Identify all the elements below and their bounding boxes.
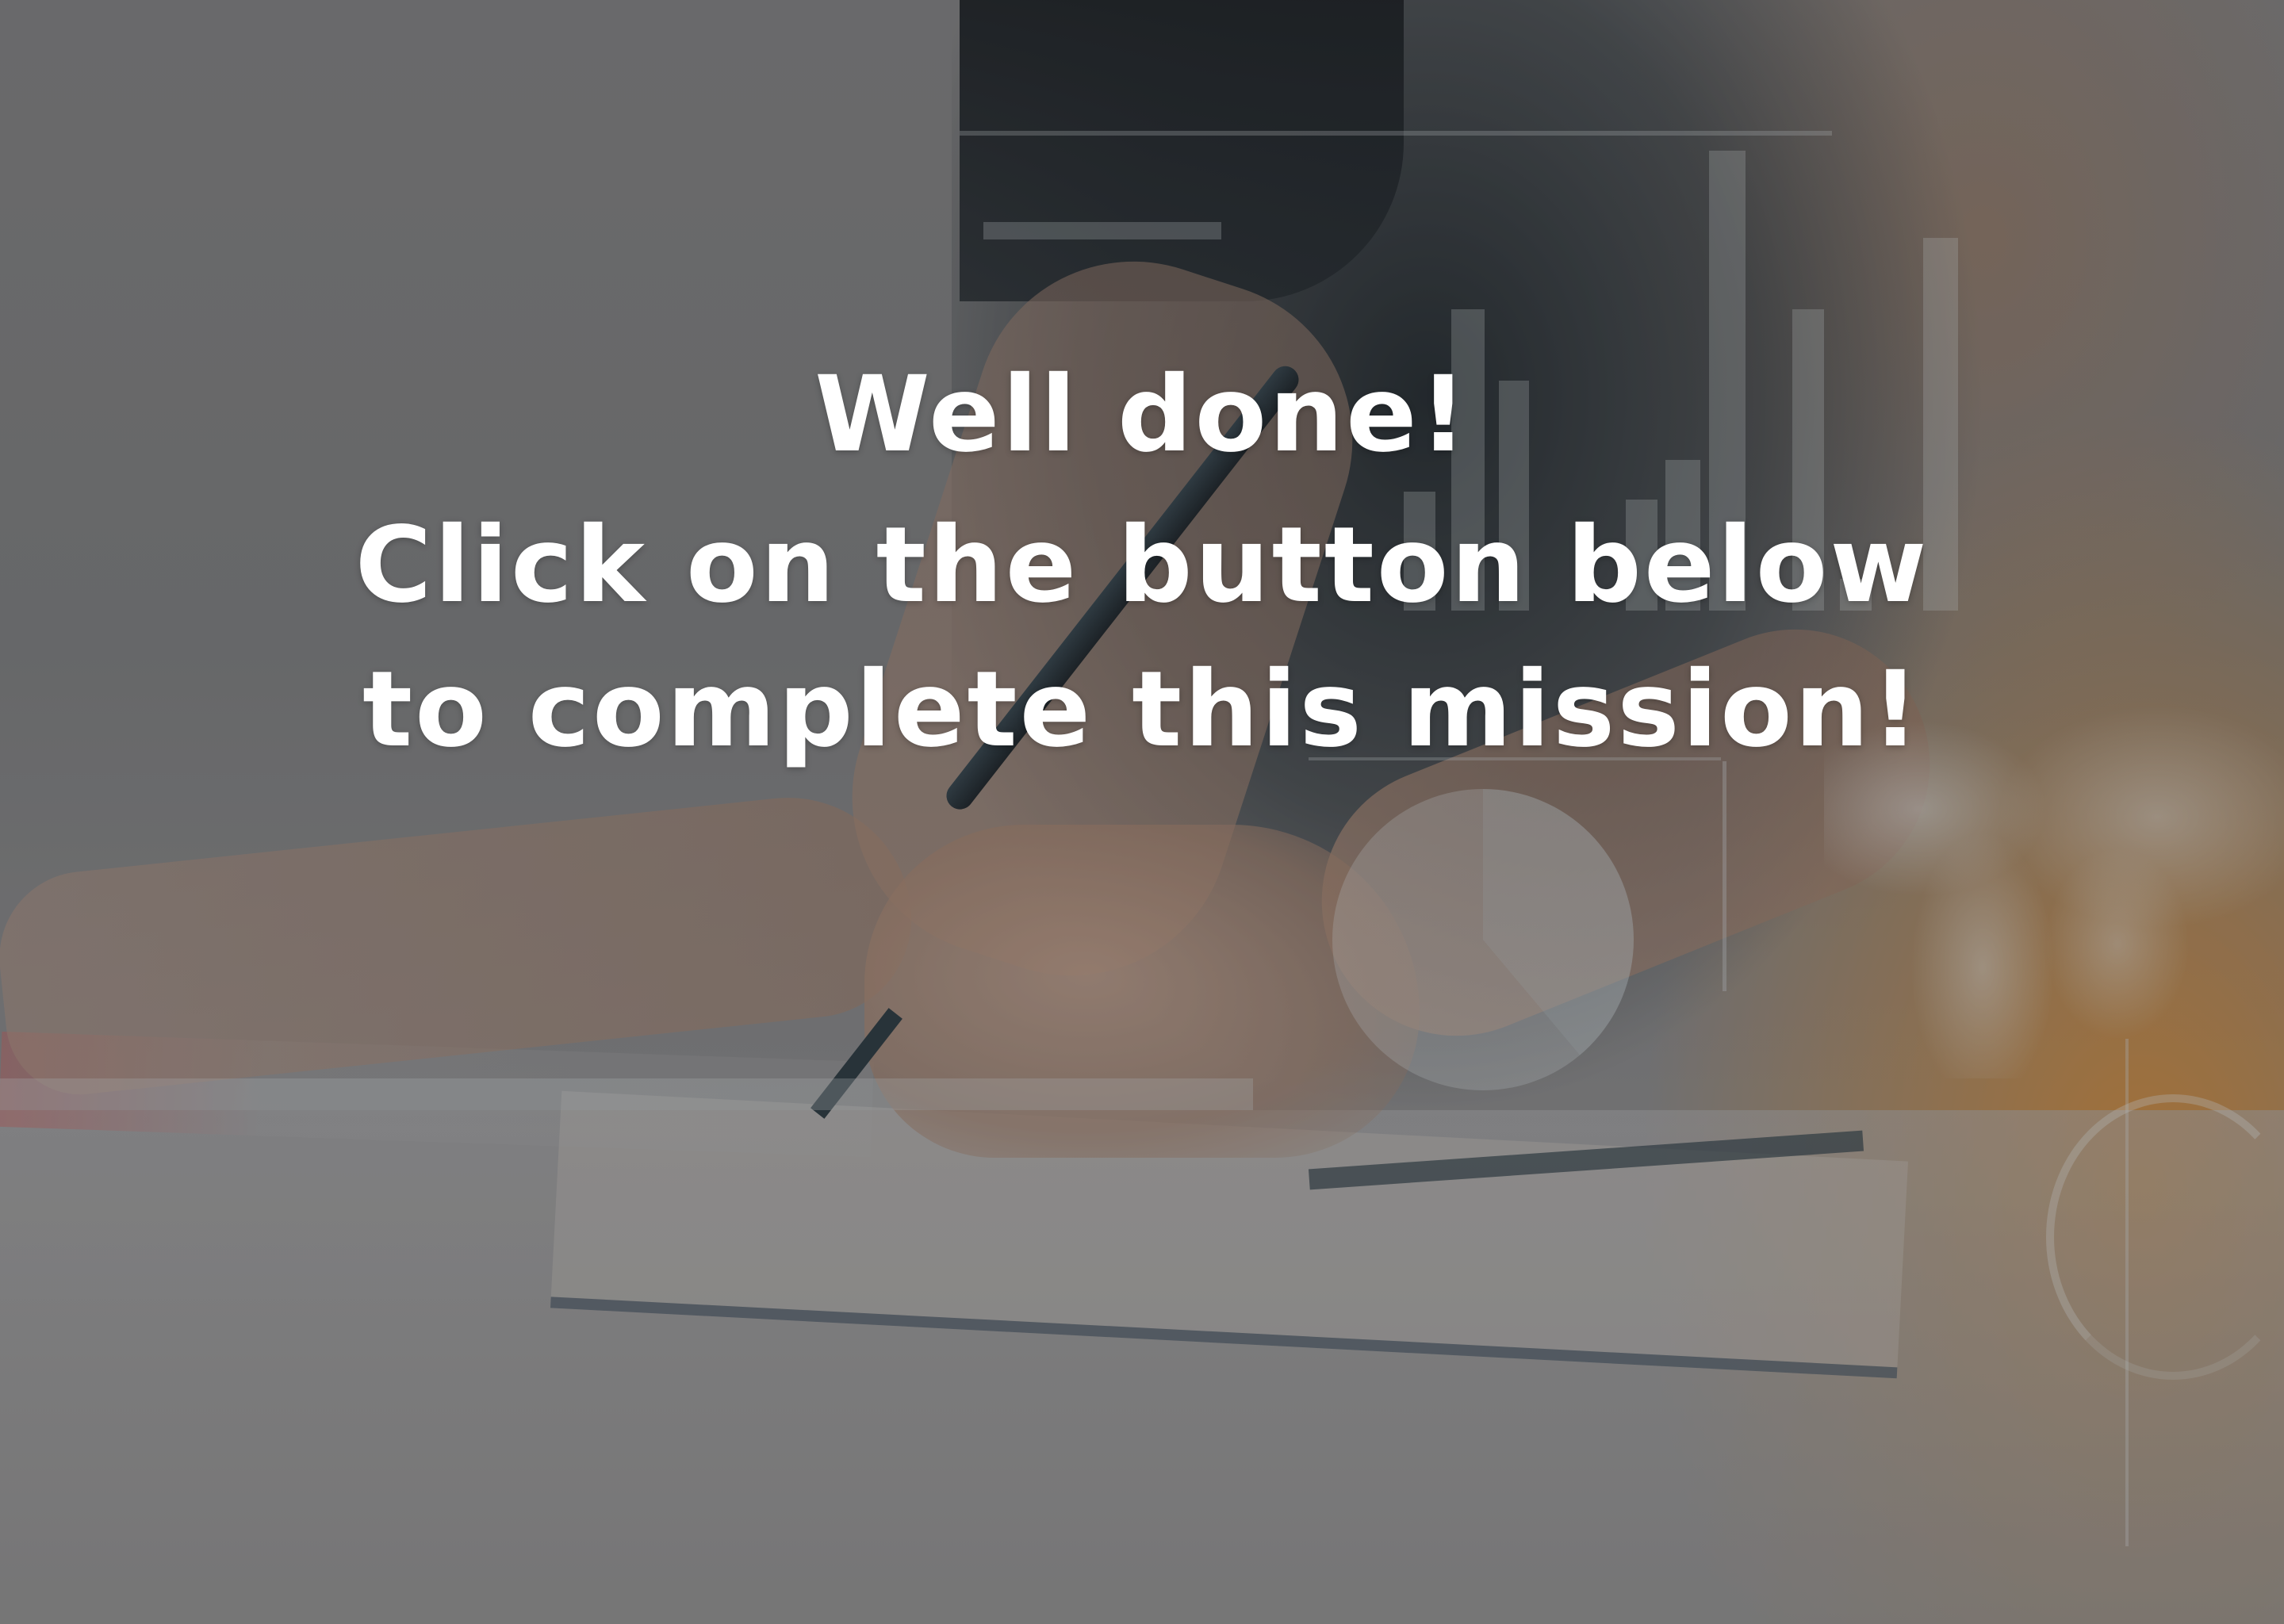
mission-complete-screen: Well done! Click on the button below to … [0, 0, 2284, 1624]
completion-message: Well done! Click on the button below to … [0, 343, 2284, 782]
dim-overlay [0, 0, 2284, 1624]
headline: Well done! [814, 354, 1470, 476]
instruction-line-2: to complete this mission! [362, 649, 1922, 771]
instruction-line-1: Click on the button below [354, 504, 1930, 626]
